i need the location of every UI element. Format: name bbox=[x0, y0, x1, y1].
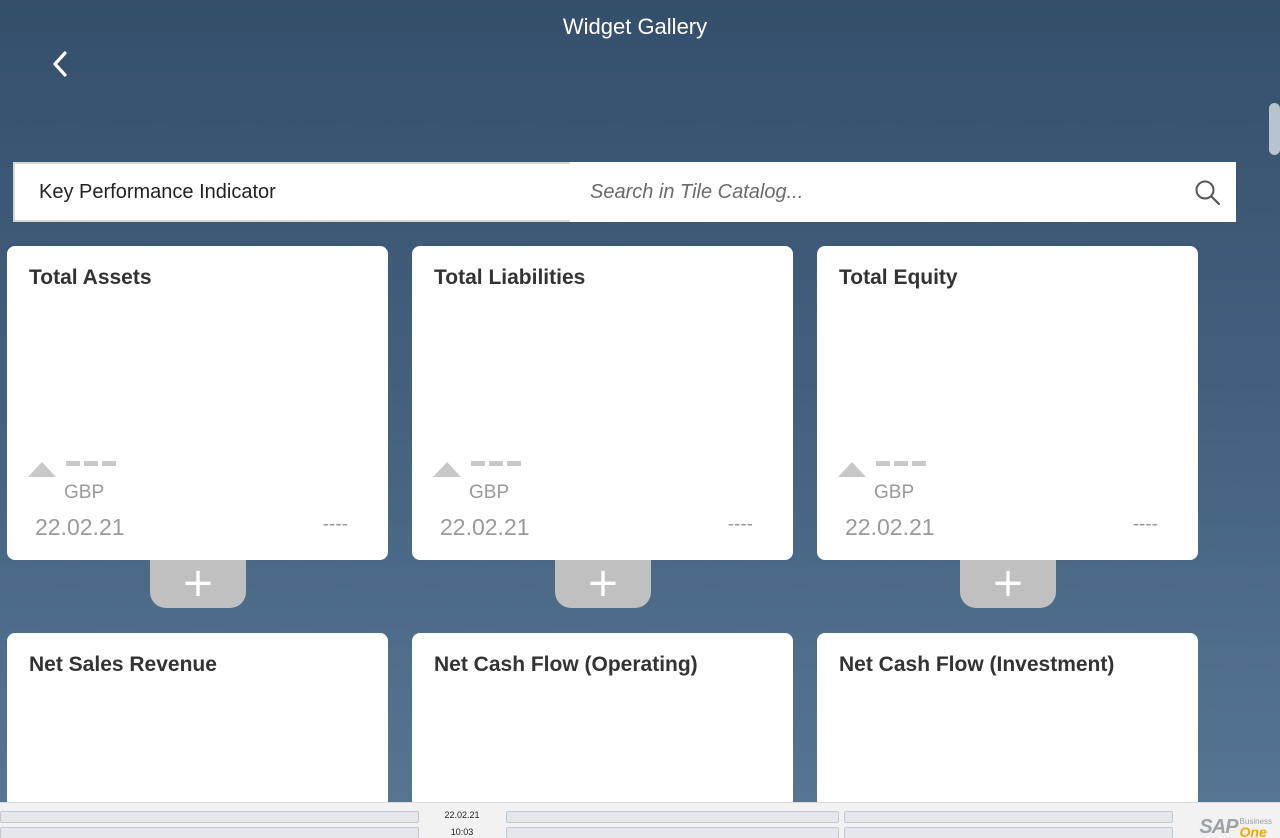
tile-net-sales-revenue[interactable]: Net Sales Revenue bbox=[7, 633, 388, 808]
search-input[interactable] bbox=[570, 162, 1236, 222]
tile-title: Total Equity bbox=[839, 266, 958, 289]
category-select[interactable]: Key Performance Indicator bbox=[13, 162, 570, 222]
sap-logo-text: SAP bbox=[1199, 816, 1238, 838]
chevron-left-icon bbox=[53, 51, 67, 77]
status-field[interactable] bbox=[844, 827, 1173, 838]
triangle-up-icon bbox=[433, 462, 461, 477]
tile-total-assets[interactable]: Total Assets GBP 22.02.21 ---- bbox=[7, 246, 388, 560]
kpi-unit: GBP bbox=[874, 482, 915, 503]
kpi-date: 22.02.21 bbox=[35, 514, 125, 540]
add-tile-button[interactable]: + bbox=[555, 560, 651, 608]
tile-title: Total Liabilities bbox=[434, 266, 586, 289]
kpi-unit: GBP bbox=[469, 482, 510, 503]
status-field[interactable] bbox=[0, 827, 419, 838]
tile-title: Net Sales Revenue bbox=[29, 653, 217, 676]
kpi-change: ---- bbox=[727, 514, 753, 535]
triangle-up-icon bbox=[838, 462, 866, 477]
tile-net-cash-flow-investment[interactable]: Net Cash Flow (Investment) bbox=[817, 633, 1198, 808]
sap-logo-one: One bbox=[1239, 824, 1267, 838]
status-field[interactable] bbox=[506, 811, 839, 823]
tile-total-liabilities[interactable]: Total Liabilities GBP 22.02.21 ---- bbox=[412, 246, 793, 560]
status-field[interactable] bbox=[506, 827, 839, 838]
status-field[interactable] bbox=[0, 811, 419, 823]
back-button[interactable] bbox=[40, 44, 80, 84]
tile-title: Net Cash Flow (Investment) bbox=[839, 653, 1115, 676]
scrollbar-thumb[interactable] bbox=[1269, 103, 1280, 155]
add-tile-button[interactable]: + bbox=[960, 560, 1056, 608]
tile-title: Net Cash Flow (Operating) bbox=[434, 653, 698, 676]
kpi-change: ---- bbox=[322, 514, 348, 535]
triangle-up-icon bbox=[28, 462, 56, 477]
status-bar: 22.02.21 10:03 SAP Business One bbox=[0, 802, 1280, 838]
search-icon[interactable] bbox=[1194, 179, 1222, 207]
tile-net-cash-flow-operating[interactable]: Net Cash Flow (Operating) bbox=[412, 633, 793, 808]
add-tile-button[interactable]: + bbox=[150, 560, 246, 608]
tile-title: Total Assets bbox=[29, 266, 152, 289]
sap-logo: SAP Business One bbox=[1199, 811, 1272, 838]
kpi-value-placeholder bbox=[471, 461, 521, 466]
filter-bar: Key Performance Indicator bbox=[13, 162, 1236, 222]
kpi-value-placeholder bbox=[66, 461, 116, 466]
kpi-unit: GBP bbox=[64, 482, 105, 503]
kpi-change: ---- bbox=[1132, 514, 1158, 535]
status-date: 22.02.21 bbox=[444, 810, 480, 820]
page-title: Widget Gallery bbox=[562, 14, 708, 39]
kpi-value-placeholder bbox=[876, 461, 926, 466]
status-time: 10:03 bbox=[450, 827, 474, 837]
tile-total-equity[interactable]: Total Equity GBP 22.02.21 ---- bbox=[817, 246, 1198, 560]
kpi-date: 22.02.21 bbox=[440, 514, 530, 540]
kpi-date: 22.02.21 bbox=[845, 514, 935, 540]
search-box bbox=[570, 162, 1236, 222]
status-field[interactable] bbox=[844, 811, 1173, 823]
